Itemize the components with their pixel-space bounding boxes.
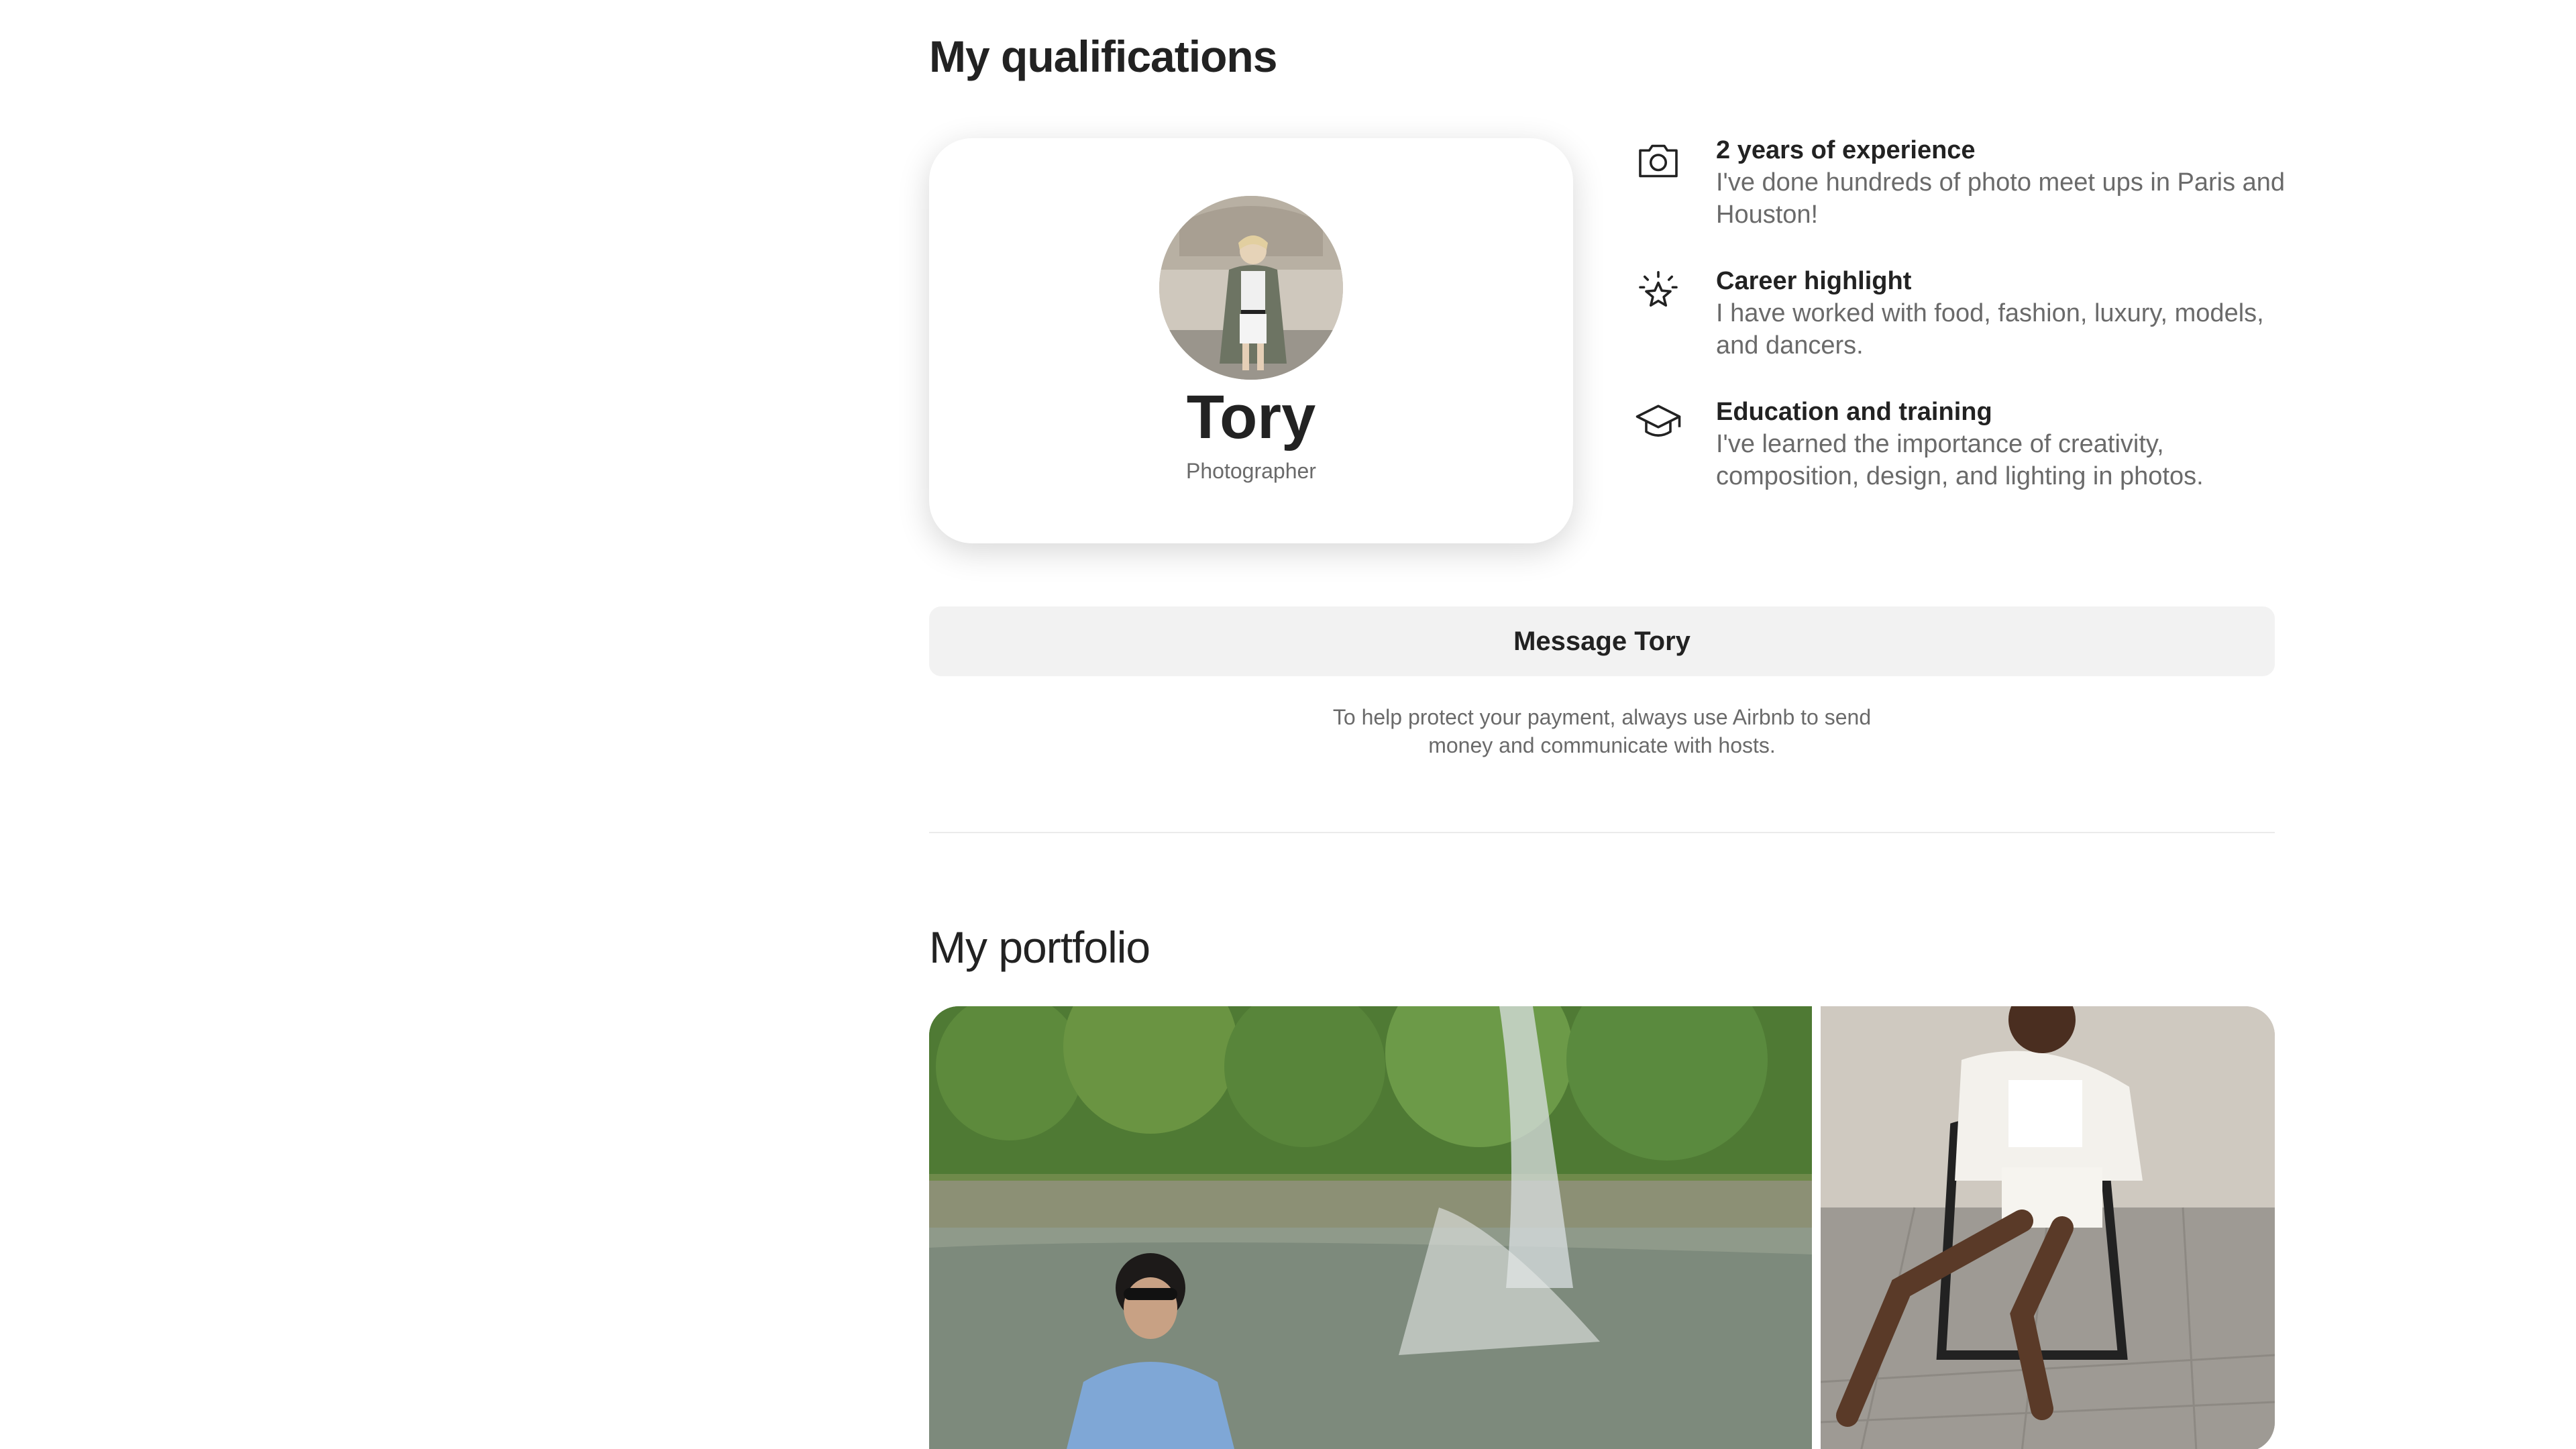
section-divider — [929, 832, 2275, 833]
message-host-button[interactable]: Message Tory — [929, 606, 2275, 676]
host-role: Photographer — [1186, 459, 1316, 483]
qualification-description: I've done hundreds of photo meet ups in … — [1716, 168, 2286, 229]
qualification-item: Education and training I've learned the … — [1634, 396, 2305, 527]
qualification-heading: Education and training — [1716, 398, 1992, 426]
portfolio-photo[interactable] — [929, 1006, 1812, 1449]
qualification-text: Education and training I've learned the … — [1716, 396, 2306, 492]
qualification-heading: 2 years of experience — [1716, 136, 1976, 164]
qualification-description: I've learned the importance of creativit… — [1716, 430, 2204, 490]
qualifications-list: 2 years of experience I've done hundreds… — [1634, 134, 2305, 527]
qualification-item: 2 years of experience I've done hundreds… — [1634, 134, 2305, 265]
avatar — [1159, 196, 1343, 380]
qualification-text: Career highlight I have worked with food… — [1716, 265, 2306, 362]
page: My qualifications Tory Photographer 2 ye… — [0, 0, 2576, 1449]
qualification-description: I have worked with food, fashion, luxury… — [1716, 299, 2264, 360]
host-card[interactable]: Tory Photographer — [929, 138, 1573, 543]
payment-protection-note: To help protect your payment, always use… — [1332, 705, 1872, 757]
qualification-text: 2 years of experience I've done hundreds… — [1716, 134, 2306, 231]
portfolio-title: My portfolio — [929, 922, 1150, 972]
host-name: Tory — [1186, 383, 1316, 451]
graduation-cap-icon — [1634, 398, 1682, 447]
qualification-heading: Career highlight — [1716, 267, 1912, 295]
camera-icon — [1634, 137, 1682, 185]
qualification-item: Career highlight I have worked with food… — [1634, 265, 2305, 396]
qualifications-title: My qualifications — [929, 32, 1277, 81]
star-icon — [1634, 268, 1682, 316]
portfolio-photo[interactable] — [1821, 1006, 2275, 1449]
